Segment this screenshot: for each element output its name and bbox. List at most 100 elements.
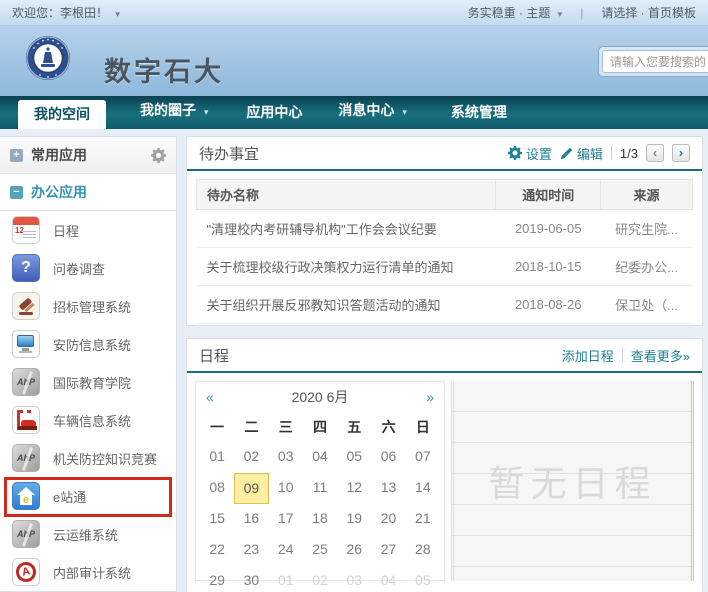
calendar-day[interactable]: 11 — [303, 473, 337, 504]
collapse-minus-icon: − — [10, 186, 23, 199]
calendar-day[interactable]: 01 — [200, 442, 234, 473]
next-month-button[interactable]: » — [414, 389, 434, 405]
gear-icon[interactable] — [151, 148, 166, 163]
calendar-day[interactable]: 17 — [269, 504, 303, 535]
calendar-day[interactable]: 12 — [337, 473, 371, 504]
next-page-button[interactable]: › — [672, 144, 690, 162]
schedule-notepad: 暂无日程 — [451, 381, 694, 581]
calendar-icon: 12 — [12, 216, 40, 244]
calendar-day[interactable]: 24 — [269, 535, 303, 566]
sidebar-item-label: 内部审计系统 — [53, 563, 131, 582]
expand-plus-icon: + — [10, 149, 23, 162]
tab-label: 应用中心 — [246, 104, 302, 120]
todo-name[interactable]: 关于组织开展反邪教知识答题活动的通知 — [197, 286, 496, 324]
tab-my-circle[interactable]: 我的圈子 ▾ — [134, 94, 214, 129]
section-label: 常用应用 — [31, 145, 87, 165]
calendar-day[interactable]: 08 — [200, 473, 234, 504]
calendar-day[interactable]: 14 — [406, 473, 440, 504]
gear-icon — [508, 146, 522, 160]
sidebar-item-ezhantong[interactable]: e e站通 — [0, 477, 176, 515]
calendar-day-next-month: 04 — [371, 566, 405, 592]
schedule-panel: 日程 添加日程 查看更多» « 2020 6月 » 一 二 三 四 五 — [186, 338, 703, 592]
tab-label: 系统管理 — [451, 104, 507, 120]
welcome-text: 欢迎您：李根田！ — [12, 6, 108, 20]
table-row[interactable]: 关于组织开展反邪教知识答题活动的通知 2018-08-26 保卫处（... — [197, 286, 693, 324]
sidebar-item-security-info[interactable]: 安防信息系统 — [0, 325, 176, 363]
add-schedule-link[interactable]: 添加日程 — [562, 346, 614, 365]
sidebar-section-common-apps[interactable]: + 常用应用 — [0, 137, 176, 174]
site-title: 数字石大 — [104, 50, 224, 89]
theme-menu[interactable]: 务实稳重 · 主题 ▾ — [468, 4, 563, 21]
calendar-day-next-month: 05 — [406, 566, 440, 592]
calendar-day[interactable]: 06 — [371, 442, 405, 473]
todo-panel-title: 待办事宜 — [199, 143, 259, 164]
calendar-day[interactable]: 02 — [234, 442, 268, 473]
calendar-day-today[interactable]: 09 — [234, 473, 268, 504]
calendar-day[interactable]: 26 — [337, 535, 371, 566]
tab-message-center[interactable]: 消息中心 ▾ — [332, 94, 412, 129]
sidebar-item-label: 国际教育学院 — [53, 373, 131, 392]
main-nav: 我的空间 我的圈子 ▾ 应用中心 消息中心 ▾ 系统管理 — [0, 96, 708, 129]
calendar-grid: 一 二 三 四 五 六 日 01 02 03 04 05 06 07 08 09… — [196, 412, 444, 592]
edit-button[interactable]: 编辑 — [560, 144, 603, 163]
calendar-day[interactable]: 23 — [234, 535, 268, 566]
chevron-left-icon: ‹ — [653, 145, 657, 160]
calendar-day[interactable]: 21 — [406, 504, 440, 535]
user-menu[interactable]: 欢迎您：李根田！ ▾ — [12, 4, 120, 21]
search-input[interactable] — [602, 50, 708, 73]
sidebar-item-schedule[interactable]: 12 日程 — [0, 211, 176, 249]
calendar-day[interactable]: 25 — [303, 535, 337, 566]
calendar-day[interactable]: 19 — [337, 504, 371, 535]
table-row[interactable]: 关于梳理校级行政决策权力运行清单的通知 2018-10-15 纪委办公... — [197, 248, 693, 286]
sidebar-item-quiz-contest[interactable]: AhP 机关防控知识竞赛 — [0, 439, 176, 477]
calendar-day[interactable]: 30 — [234, 566, 268, 592]
sidebar-item-vehicle-info[interactable]: 车辆信息系统 — [0, 401, 176, 439]
sidebar-item-cloud-ops[interactable]: AhP 云运维系统 — [0, 515, 176, 553]
mini-calendar: « 2020 6月 » 一 二 三 四 五 六 日 01 02 03 04 05 — [195, 381, 445, 581]
view-more-link[interactable]: 查看更多» — [631, 346, 690, 365]
todo-table: 待办名称 通知时间 来源 "清理校内考研辅导机构"工作会会议纪要 2019-06… — [196, 179, 693, 324]
column-header-time: 通知时间 — [496, 180, 601, 210]
todo-name[interactable]: 关于梳理校级行政决策权力运行清单的通知 — [197, 248, 496, 286]
sidebar-item-label: 招标管理系统 — [53, 297, 131, 316]
calendar-day[interactable]: 04 — [303, 442, 337, 473]
calendar-day[interactable]: 27 — [371, 535, 405, 566]
sidebar: + 常用应用 − 办公应用 12 日程 ? 问卷调查 招标管理系统 安防信息系统… — [0, 136, 177, 592]
calendar-day[interactable]: 05 — [337, 442, 371, 473]
sidebar-item-bidding[interactable]: 招标管理系统 — [0, 287, 176, 325]
schedule-panel-title: 日程 — [199, 345, 229, 366]
edit-label: 编辑 — [577, 144, 603, 163]
settings-button[interactable]: 设置 — [508, 144, 552, 163]
todo-name[interactable]: "清理校内考研辅导机构"工作会会议纪要 — [197, 210, 496, 248]
tab-label: 我的圈子 — [140, 102, 196, 118]
homepage-template-link[interactable]: 请选择 · 首页模板 — [601, 4, 696, 21]
calendar-day[interactable]: 03 — [269, 442, 303, 473]
empty-schedule-text: 暂无日程 — [488, 455, 656, 507]
tab-my-space[interactable]: 我的空间 — [18, 100, 106, 129]
calendar-day[interactable]: 10 — [269, 473, 303, 504]
prev-month-button[interactable]: « — [206, 389, 226, 405]
calendar-day[interactable]: 20 — [371, 504, 405, 535]
app-icon: AhP — [12, 520, 40, 548]
calendar-day[interactable]: 07 — [406, 442, 440, 473]
tab-app-center[interactable]: 应用中心 — [240, 96, 308, 129]
calendar-day[interactable]: 16 — [234, 504, 268, 535]
calendar-day[interactable]: 15 — [200, 504, 234, 535]
sidebar-item-label: e站通 — [53, 487, 86, 506]
sidebar-item-survey[interactable]: ? 问卷调查 — [0, 249, 176, 287]
sidebar-item-internal-audit[interactable]: A 内部审计系统 — [0, 553, 176, 591]
calendar-day[interactable]: 18 — [303, 504, 337, 535]
calendar-day[interactable]: 28 — [406, 535, 440, 566]
calendar-day[interactable]: 22 — [200, 535, 234, 566]
calendar-day-next-month: 03 — [337, 566, 371, 592]
calendar-day[interactable]: 29 — [200, 566, 234, 592]
prev-page-button[interactable]: ‹ — [646, 144, 664, 162]
settings-label: 设置 — [526, 144, 552, 163]
tab-system-admin[interactable]: 系统管理 — [445, 96, 513, 129]
table-row[interactable]: "清理校内考研辅导机构"工作会会议纪要 2019-06-05 研究生院... — [197, 210, 693, 248]
double-chevron-right-icon: » — [426, 389, 434, 405]
sidebar-section-office-apps[interactable]: − 办公应用 — [0, 174, 176, 211]
sidebar-item-intl-education[interactable]: AhP 国际教育学院 — [0, 363, 176, 401]
calendar-day[interactable]: 13 — [371, 473, 405, 504]
pager-indicator: 1/3 — [620, 146, 638, 161]
